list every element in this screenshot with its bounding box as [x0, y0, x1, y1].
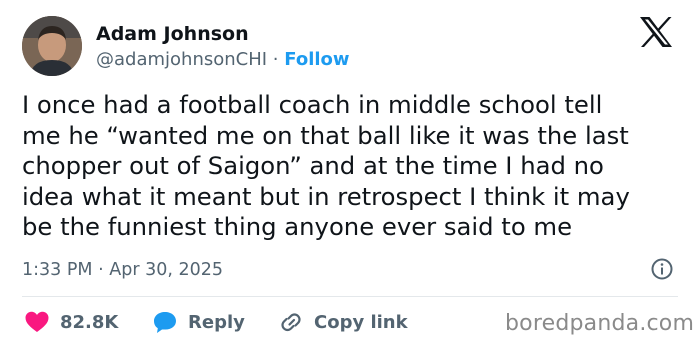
timestamp-separator: · [98, 260, 104, 280]
tweet-text-line: I once had a football coach in middle sc… [22, 90, 603, 119]
tweet-timestamp[interactable]: 1:33 PM · Apr 30, 2025 [22, 259, 223, 281]
divider [22, 296, 678, 297]
tweet-text-line: me he “wanted me on that ball like it wa… [22, 120, 629, 150]
tweet-date: Apr 30, 2025 [109, 260, 224, 280]
tweet-text-line: chopper out of Saigon” and at the time I… [22, 151, 604, 180]
handle-separator: · [272, 49, 279, 70]
tweet-time: 1:33 PM [22, 260, 93, 280]
tweet-text: I once had a football coach in middle sc… [22, 90, 682, 243]
x-logo-icon[interactable] [637, 14, 675, 50]
reply-button[interactable]: Reply [152, 309, 245, 335]
avatar[interactable] [22, 16, 82, 76]
reply-label: Reply [188, 311, 245, 333]
heart-icon [25, 311, 49, 332]
author-handle-row: @adamjohnsonCHI · Follow [96, 49, 350, 71]
copy-link-button[interactable]: Copy link [278, 309, 408, 335]
watermark: boredpanda.com [505, 311, 695, 336]
copy-link-label: Copy link [314, 311, 408, 333]
author-handle[interactable]: @adamjohnsonCHI [96, 49, 267, 70]
like-count: 82.8K [60, 311, 119, 333]
link-icon [281, 313, 301, 332]
tweet-text-line: idea what it meant but in retrospect I t… [22, 181, 630, 211]
avatar-image [22, 16, 82, 76]
reply-bubble-icon [154, 312, 176, 333]
follow-button[interactable]: Follow [284, 49, 349, 70]
like-button[interactable]: 82.8K [24, 309, 118, 335]
info-icon[interactable] [650, 257, 674, 281]
author-name[interactable]: Adam Johnson [96, 22, 249, 46]
tweet-text-line: be the funniest thing anyone ever said t… [22, 212, 573, 241]
